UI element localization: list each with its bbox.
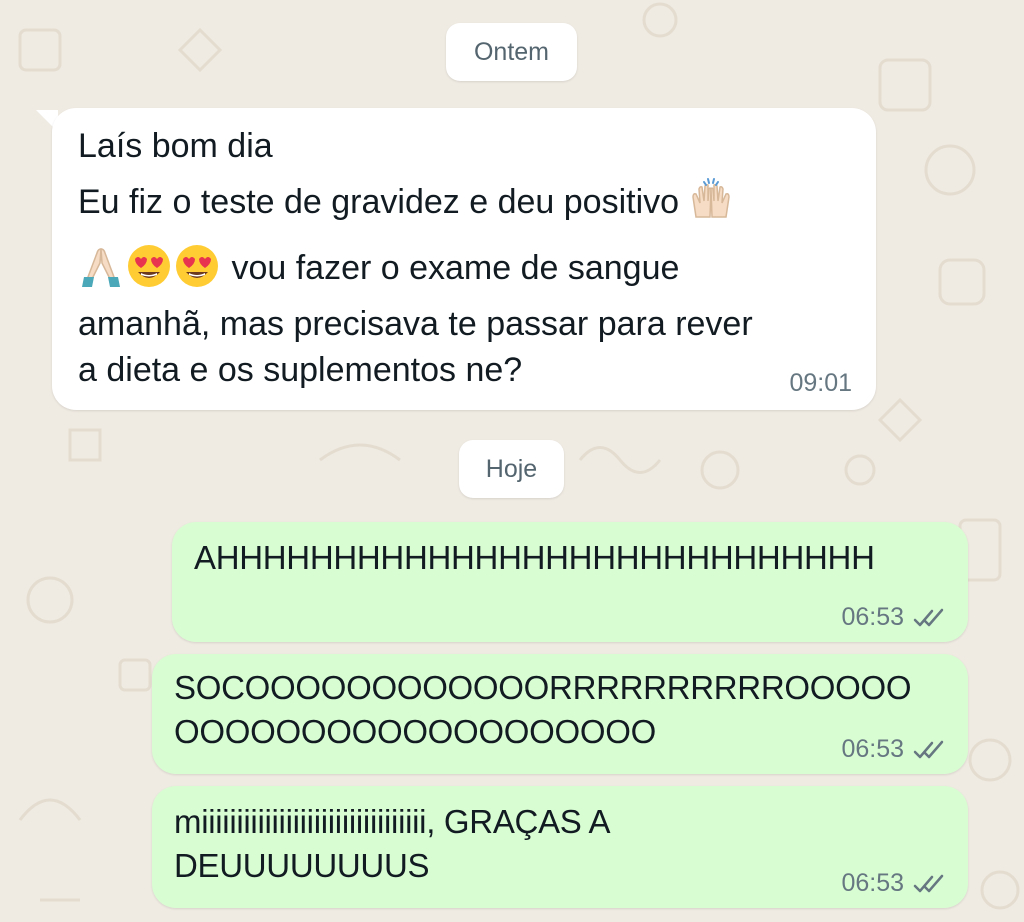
heart-eyes-emoji: [126, 243, 172, 289]
date-label: Hoje: [485, 454, 538, 483]
message-line: DEUUUUUUUUS: [174, 847, 430, 884]
read-ticks-icon: [912, 739, 948, 761]
message-meta: 06:53: [841, 735, 948, 764]
message-meta: 06:53: [841, 869, 948, 898]
message-time: 09:01: [789, 369, 852, 397]
outgoing-message[interactable]: AHHHHHHHHHHHHHHHHHHHHHHHHHHHH 06:53: [172, 522, 968, 642]
date-label: Ontem: [473, 37, 550, 66]
heart-eyes-emoji: [174, 243, 220, 289]
outgoing-message[interactable]: SOCOOOOOOOOOOOORRRRRRRRRROOOOO OOOOOOOOO…: [152, 654, 968, 774]
message-meta: 09:01: [789, 369, 852, 398]
message-line: OOOOOOOOOOOOOOOOOOO: [174, 713, 657, 750]
folded-hands-emoji: [78, 243, 124, 289]
message-line: AHHHHHHHHHHHHHHHHHHHHHHHHHHHH: [194, 539, 875, 576]
message-line: Eu fiz o teste de gravidez e deu positiv…: [78, 174, 736, 230]
message-time: 06:53: [841, 735, 904, 763]
date-separator-today: Hoje: [459, 440, 564, 498]
message-line: a dieta e os suplementos ne?: [78, 351, 523, 389]
outgoing-message[interactable]: miiiiiiiiiiiiiiiiiiiiiiiiiiiiiiii, GRAÇA…: [152, 786, 968, 908]
message-time: 06:53: [841, 869, 904, 897]
message-meta: 06:53: [841, 603, 948, 632]
incoming-message[interactable]: Laís bom dia Eu fiz o teste de gravidez …: [52, 108, 876, 410]
message-time: 06:53: [841, 603, 904, 631]
read-ticks-icon: [912, 607, 948, 629]
raising-hands-emoji: [688, 177, 734, 223]
message-line: Laís bom dia: [78, 127, 273, 165]
date-separator-yesterday: Ontem: [446, 23, 577, 81]
read-ticks-icon: [912, 873, 948, 895]
message-line: vou fazer o exame de sangue: [78, 240, 679, 296]
